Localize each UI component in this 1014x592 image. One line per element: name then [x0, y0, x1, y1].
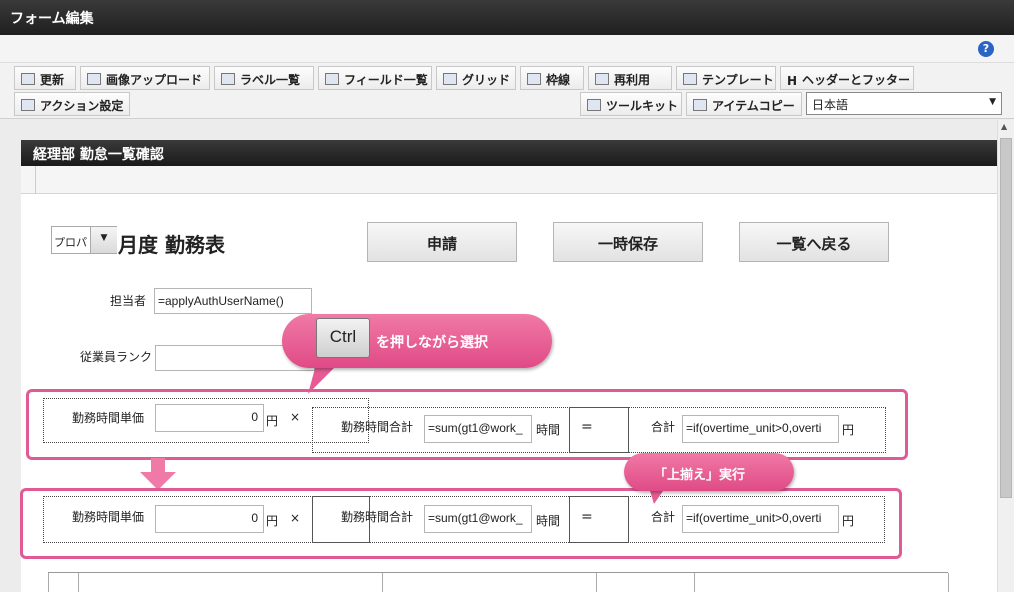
unit-price-field[interactable]: 0: [155, 505, 264, 533]
window-title: フォーム編集: [10, 11, 94, 27]
grid-button[interactable]: グリッド: [436, 66, 516, 90]
border-button[interactable]: 枠線: [520, 66, 584, 90]
grid-divider: [78, 573, 79, 592]
image-upload-icon: [87, 73, 101, 85]
total-hours-field[interactable]: =sum(gt1@work_: [424, 505, 532, 533]
template-button[interactable]: テンプレート: [676, 66, 776, 90]
toolkit-button[interactable]: ツールキット: [580, 92, 682, 116]
hours-unit-label: 時間: [536, 514, 561, 528]
label-list-icon: [221, 73, 235, 85]
language-value: 日本語: [812, 98, 849, 112]
help-bar: ?: [0, 35, 1014, 63]
reuse-button[interactable]: 再利用: [588, 66, 672, 90]
image-upload-button[interactable]: 画像アップロード: [80, 66, 210, 90]
header-footer-icon: H: [787, 74, 798, 88]
align-callout-text: 「上揃え」実行: [654, 468, 746, 483]
border-icon: [527, 73, 541, 85]
total-label: 合計: [651, 420, 676, 434]
grid-divider: [48, 573, 49, 592]
equals-sign: =: [581, 419, 593, 435]
form-header: 経理部 勤怠一覧確認: [21, 140, 997, 166]
reuse-icon: [595, 73, 609, 85]
field-list-icon: [325, 73, 339, 85]
person-field[interactable]: =applyAuthUserName(): [154, 288, 312, 314]
help-icon[interactable]: ?: [978, 41, 994, 57]
rank-label: 従業員ランク: [80, 350, 153, 364]
action-settings-icon: [21, 99, 35, 111]
field-list-button[interactable]: フィールド一覧: [318, 66, 432, 90]
action-settings-button[interactable]: アクション設定: [14, 92, 130, 116]
equals-box[interactable]: [569, 407, 629, 453]
yen-label: 円: [266, 514, 279, 528]
apply-button[interactable]: 申請: [367, 222, 517, 262]
language-select[interactable]: 日本語 ▼: [806, 92, 1002, 115]
total-hours-field[interactable]: =sum(gt1@work_: [424, 415, 532, 443]
total-unit-label: 円: [842, 423, 855, 437]
toolkit-icon: [587, 99, 601, 111]
chevron-down-icon: ▼: [989, 97, 996, 107]
grid-divider: [596, 573, 597, 592]
template-icon: [683, 73, 697, 85]
vertical-scrollbar[interactable]: ▲: [997, 120, 1014, 592]
refresh-icon: [21, 73, 35, 85]
item-copy-button[interactable]: アイテムコピー: [686, 92, 802, 116]
grid-icon: [443, 73, 457, 85]
window-title-bar: フォーム編集: [0, 0, 1014, 35]
total-hours-label: 勤務時間合計: [341, 420, 414, 434]
form-subbar: [21, 166, 997, 194]
align-top-callout: 「上揃え」実行: [624, 453, 794, 491]
divider: [35, 166, 36, 194]
month-type-value: プロパ: [54, 236, 87, 249]
equals-box[interactable]: [569, 496, 629, 543]
item-copy-icon: [693, 99, 707, 111]
total-label: 合計: [651, 510, 676, 524]
unit-price-label: 勤務時間単価: [72, 510, 145, 524]
times-sign: ×: [290, 410, 301, 424]
total-field[interactable]: =if(overtime_unit>0,overti: [682, 415, 839, 443]
person-label: 担当者: [110, 294, 147, 308]
scroll-up-icon[interactable]: ▲: [1001, 122, 1007, 131]
total-unit-label: 円: [842, 514, 855, 528]
scroll-thumb[interactable]: [1000, 138, 1012, 498]
ctrl-key-icon: Ctrl: [316, 318, 370, 358]
toolbar: 更新 画像アップロード ラベル一覧 フィールド一覧 グリッド 枠線 再利用 テン…: [0, 63, 1014, 119]
form-title: 月度 勤務表: [118, 233, 225, 257]
hours-unit-label: 時間: [536, 423, 561, 437]
yen-label: 円: [266, 414, 279, 428]
grid-divider: [382, 573, 383, 592]
back-to-list-button[interactable]: 一覧へ戻る: [739, 222, 889, 262]
grid-table-edge: [48, 572, 949, 592]
unit-price-field[interactable]: 0: [155, 404, 264, 432]
temp-save-button[interactable]: 一時保存: [553, 222, 703, 262]
equals-sign: =: [581, 509, 593, 525]
ctrl-callout-text: を押しながら選択: [376, 335, 488, 351]
header-footer-button[interactable]: H ヘッダーとフッター: [780, 66, 914, 90]
refresh-button[interactable]: 更新: [14, 66, 76, 90]
label-list-button[interactable]: ラベル一覧: [214, 66, 314, 90]
total-hours-label: 勤務時間合計: [341, 510, 414, 524]
times-sign: ×: [290, 511, 301, 525]
month-type-select[interactable]: プロパ ▼: [51, 226, 117, 254]
chevron-down-icon[interactable]: ▼: [90, 227, 117, 253]
form-header-title: 経理部 勤怠一覧確認: [33, 147, 164, 163]
grid-divider: [694, 573, 695, 592]
unit-price-label: 勤務時間単価: [72, 411, 145, 425]
grid-divider: [948, 573, 949, 592]
arrow-down-icon: [140, 458, 176, 490]
total-field[interactable]: =if(overtime_unit>0,overti: [682, 505, 839, 533]
